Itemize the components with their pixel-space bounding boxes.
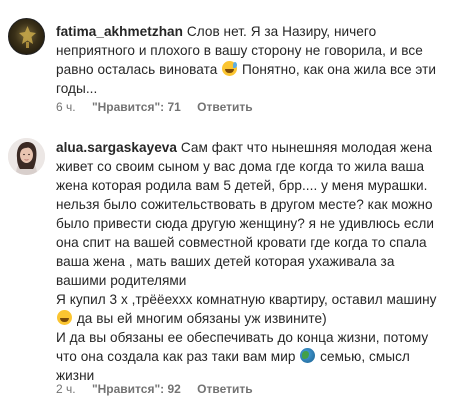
comment-line: Я купил 3 х ,трёёеххх комнатную квартиру… xyxy=(56,292,437,307)
comment-line: семью, смысл xyxy=(316,349,410,364)
comment-line: да вы ей многим обязаны уж извините) xyxy=(73,311,327,326)
comment-line: Слов нет. Я за Назиру, ничего xyxy=(186,24,377,39)
likes-count[interactable]: "Нравится": 71 xyxy=(92,100,181,114)
comment-time[interactable]: 6 ч. xyxy=(56,100,76,114)
comment-line: Сам факт что нынешняя молодая жена xyxy=(180,140,433,155)
reply-button[interactable]: Ответить xyxy=(197,382,252,396)
comment-line: что она создала как раз таки вам мир xyxy=(56,349,296,364)
avatar[interactable] xyxy=(8,138,45,175)
comment-line: равно осталась виновата xyxy=(56,62,218,77)
comment-text: fatima_akhmetzhan Слов нет. Я за Назиру,… xyxy=(56,22,448,98)
comment-line: нельзя было сожительствовать в другом ме… xyxy=(56,197,433,212)
likes-count[interactable]: "Нравится": 92 xyxy=(92,382,181,396)
comment-line: было привести сюда другую женщину? я не … xyxy=(56,216,434,231)
comment-meta: 2 ч. "Нравится": 92 Ответить xyxy=(56,382,266,396)
grinning-emoji-icon xyxy=(57,310,72,325)
comment-line: Понятно, как она жила все эти xyxy=(238,62,437,77)
sweat-smile-emoji-icon xyxy=(222,61,238,76)
comment-line: жена которая родила вам 5 детей, брр....… xyxy=(56,178,428,193)
comment-line: она спит на вашей совместной кровати где… xyxy=(56,235,427,250)
globe-emoji-icon xyxy=(300,348,316,363)
comment-username[interactable]: alua.sargaskayeva xyxy=(56,140,177,155)
comment-line: И да вы обязаны ее обеспечивать до конца… xyxy=(56,330,429,345)
comment-line: годы... xyxy=(56,81,98,96)
comment-line: ваша жена , мать ваших детей которая уха… xyxy=(56,254,395,269)
comment-line: вашими родителями xyxy=(56,273,187,288)
avatar[interactable] xyxy=(8,18,45,55)
avatar-emblem-icon xyxy=(19,26,36,48)
avatar-photo-icon xyxy=(8,138,45,175)
comment-meta: 6 ч. "Нравится": 71 Ответить xyxy=(56,100,266,114)
comment-text: alua.sargaskayeva Сам факт что нынешняя … xyxy=(56,138,448,385)
comment-line: неприятного и плохого в вашу сторону не … xyxy=(56,43,423,58)
reply-button[interactable]: Ответить xyxy=(197,100,252,114)
comment-username[interactable]: fatima_akhmetzhan xyxy=(56,24,183,39)
comment-line: живет со своим сыном у вас дома где когд… xyxy=(56,159,425,174)
comment-time[interactable]: 2 ч. xyxy=(56,382,76,396)
